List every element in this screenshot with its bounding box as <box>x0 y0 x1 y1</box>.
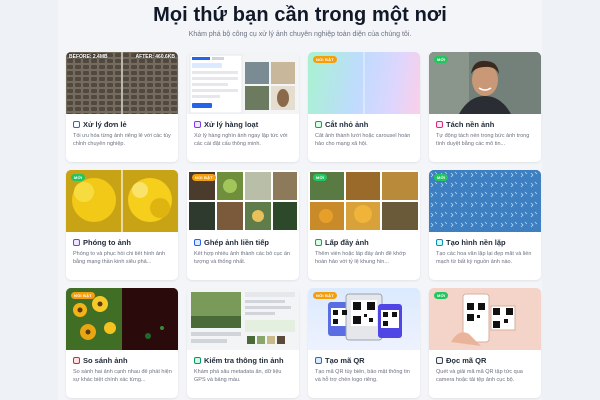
tool-card-compare[interactable]: NỔI BẬT So sánh ảnh So sánh hai ảnh cạnh… <box>66 288 178 398</box>
qr-icon <box>315 357 322 364</box>
card-description: Cắt ảnh thành lưới hoặc carousel hoàn hả… <box>315 133 411 147</box>
page: Mọi thứ bạn cần trong một nơi Khám phá b… <box>0 0 600 400</box>
tool-card-qr-create[interactable]: NỔI BẬT Tạo mã QR Tạo mã QR tùy biến, bả… <box>308 288 420 398</box>
featured-badge: NỔI BẬT <box>313 56 337 63</box>
tool-card-fill[interactable]: MỚI Lấp đầy ảnh Thêm viền hoặc lấp đầy ả… <box>308 170 420 280</box>
page-title: Mọi thứ bạn cần trong một nơi <box>153 4 447 26</box>
tool-card-upscale[interactable]: MỚI Phóng to ảnh Phóng to và phục hồi ch… <box>66 170 178 280</box>
card-title: Tách nền ảnh <box>446 120 495 129</box>
pattern-icon <box>436 239 443 246</box>
thumb-portrait: MỚI <box>429 52 541 114</box>
tools-grid: BEFORE: 2.4MB AFTER: 460.6KB Xử lý đơn l… <box>66 52 541 398</box>
card-title: Tạo hình nền lặp <box>446 238 506 247</box>
card-description: Tự động tách nền trong bức ảnh trong tìn… <box>436 133 530 147</box>
sparkle-icon <box>73 239 80 246</box>
card-description: So sánh hai ảnh cạnh nhau để phát hiện s… <box>73 369 172 383</box>
card-title: Ghép ảnh liền tiếp <box>204 238 270 247</box>
card-description: Thêm viền hoặc lấp đầy ảnh để khớp hoàn … <box>315 251 406 265</box>
card-description: Quét và giải mã mã QR tập tức qua camera… <box>436 369 523 383</box>
card-title: Tạo mã QR <box>325 356 365 365</box>
card-description: Khám phá sâu metadata ẩn, dữ liệu GPS và… <box>194 369 282 383</box>
thumb-compress-compare: BEFORE: 2.4MB AFTER: 460.6KB <box>66 52 178 114</box>
compare-icon <box>73 357 80 364</box>
image-icon <box>73 121 80 128</box>
thumb-flowers-upscale: MỚI <box>66 170 178 232</box>
card-title: So sánh ảnh <box>83 356 128 365</box>
right-margin <box>542 0 600 400</box>
new-badge: MỚI <box>313 174 328 181</box>
thumb-pattern: MỚI <box>429 170 541 232</box>
left-margin <box>0 0 58 400</box>
thumb-qr-scan: MỚI <box>429 288 541 350</box>
card-description: Tối ưu hóa từng ảnh riêng lẻ với các tùy… <box>73 133 171 147</box>
info-icon <box>194 357 201 364</box>
thumb-fill-grid: MỚI <box>308 170 420 232</box>
before-label: BEFORE: 2.4MB <box>69 54 108 60</box>
card-title: Lấp đầy ảnh <box>325 238 369 247</box>
new-badge: MỚI <box>434 174 449 181</box>
tool-card-single[interactable]: BEFORE: 2.4MB AFTER: 460.6KB Xử lý đơn l… <box>66 52 178 162</box>
card-description: Xử lý hàng nghìn ảnh ngay lập tức với cá… <box>194 133 288 147</box>
card-description: Kết hợp nhiều ảnh thành các bố cục ấn tư… <box>194 251 290 265</box>
fill-icon <box>315 239 322 246</box>
tool-card-collage[interactable]: NỔI BẬT Ghép ảnh liền tiếp Kết hợp nhiều… <box>187 170 299 280</box>
eraser-icon <box>436 121 443 128</box>
card-title: Cắt nhỏ ảnh <box>325 120 369 129</box>
new-badge: MỚI <box>71 174 86 181</box>
thumb-batch-ui <box>187 52 299 114</box>
scissors-icon <box>315 121 322 128</box>
thumb-collage: NỔI BẬT <box>187 170 299 232</box>
card-title: Xử lý đơn lẻ <box>83 120 127 129</box>
card-description: Tạo các hoa văn lặp lại đẹp mắt và liền … <box>436 251 532 265</box>
after-label: AFTER: 460.6KB <box>135 54 175 60</box>
tool-card-split[interactable]: NỔI BẬT Cắt nhỏ ảnh Cắt ảnh thành lưới h… <box>308 52 420 162</box>
featured-badge: NỔI BẬT <box>313 292 337 299</box>
card-description: Phóng to và phục hồi chi tiết hình ảnh b… <box>73 251 166 265</box>
scan-icon <box>436 357 443 364</box>
grid-icon <box>194 239 201 246</box>
thumb-qr-devices: NỔI BẬT <box>308 288 420 350</box>
tool-card-qr-read[interactable]: MỚI Đọc mã QR Quét và giải mã mã QR tập … <box>429 288 541 398</box>
card-title: Xử lý hàng loạt <box>204 120 259 129</box>
tool-card-batch[interactable]: Xử lý hàng loạt Xử lý hàng nghìn ảnh nga… <box>187 52 299 162</box>
card-description: Tạo mã QR tùy biến, bảo mật thông tin và… <box>315 369 410 383</box>
features-section: Mọi thứ bạn cần trong một nơi Khám phá b… <box>60 0 541 400</box>
card-title: Kiểm tra thông tin ảnh <box>204 356 284 365</box>
tool-card-remove-bg[interactable]: MỚI Tách nền ảnh Tự động tách nền trong … <box>429 52 541 162</box>
thumb-metadata <box>187 288 299 350</box>
new-badge: MỚI <box>434 56 449 63</box>
tool-card-info[interactable]: Kiểm tra thông tin ảnh Khám phá sâu meta… <box>187 288 299 398</box>
featured-badge: NỔI BẬT <box>71 292 95 299</box>
thumb-compare-flowers: NỔI BẬT <box>66 288 178 350</box>
tool-card-pattern[interactable]: MỚI Tạo hình nền lặp Tạo các hoa văn lặp… <box>429 170 541 280</box>
card-title: Đọc mã QR <box>446 356 487 365</box>
thumb-split-gradient: NỔI BẬT <box>308 52 420 114</box>
featured-badge: NỔI BẬT <box>192 174 216 181</box>
new-badge: MỚI <box>434 292 449 299</box>
layers-icon <box>194 121 201 128</box>
card-title: Phóng to ảnh <box>83 238 131 247</box>
page-subtitle: Khám phá bộ công cụ xử lý ảnh chuyên ngh… <box>188 31 412 38</box>
